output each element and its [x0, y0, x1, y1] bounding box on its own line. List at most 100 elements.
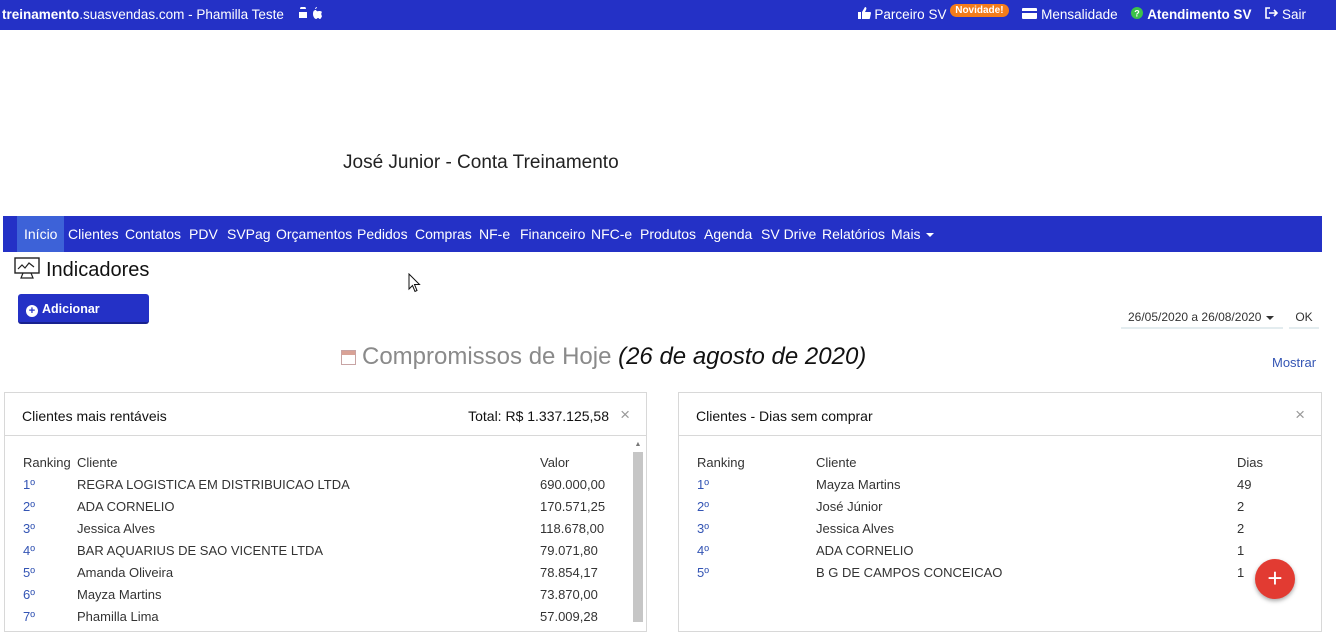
panel-title: Clientes - Dias sem comprar: [696, 408, 873, 424]
nav-mais-label: Mais: [891, 226, 921, 242]
account-info: treinamento.suasvendas.com - Phamilla Te…: [2, 6, 322, 22]
table-row: 2º ADA CORNELIO 170.571,25: [5, 496, 646, 518]
add-resumo-button[interactable]: + Adicionar Resumo: [18, 294, 149, 346]
top-actions: Parceiro SV Novidade! Mensalidade ? Aten…: [848, 4, 1306, 23]
row-valor: 78.854,17: [540, 565, 598, 580]
nav-orcamentos[interactable]: Orçamentos: [269, 216, 359, 252]
nav-nfe[interactable]: NF-e: [472, 216, 517, 252]
row-valor: 57.009,28: [540, 609, 598, 624]
nav-contatos[interactable]: Contatos: [118, 216, 188, 252]
nav-financeiro[interactable]: Financeiro: [513, 216, 592, 252]
panel-header: Clientes mais rentáveis Total: R$ 1.337.…: [5, 393, 646, 436]
row-valor: 118.678,00: [540, 521, 605, 536]
row-rank[interactable]: 2º: [697, 499, 709, 514]
nav-inicio[interactable]: Início: [17, 216, 65, 252]
row-cliente: REGRA LOGISTICA EM DISTRIBUICAO LTDA: [77, 477, 350, 492]
panel-title: Clientes mais rentáveis: [22, 408, 167, 424]
domain-rest: .suasvendas.com - Phamilla Teste: [79, 7, 284, 22]
row-rank[interactable]: 6º: [23, 587, 35, 602]
nav-pedidos[interactable]: Pedidos: [350, 216, 415, 252]
row-valor: 690.000,00: [540, 477, 606, 492]
mouse-cursor-icon: [408, 273, 421, 293]
row-cliente: BAR AQUARIUS DE SAO VICENTE LTDA: [77, 543, 324, 558]
credit-card-icon: [1022, 8, 1038, 19]
row-dias: 2: [1237, 521, 1245, 536]
row-dias: 1: [1237, 565, 1245, 580]
table-row: 1º REGRA LOGISTICA EM DISTRIBUICAO LTDA …: [5, 474, 646, 496]
top-bar: treinamento.suasvendas.com - Phamilla Te…: [0, 0, 1336, 30]
calendar-icon: [341, 350, 356, 365]
row-rank[interactable]: 5º: [697, 565, 709, 580]
scrollbar-thumb[interactable]: [633, 452, 643, 622]
dias-table: Ranking Cliente Dias 1º Mayza Martins 49…: [679, 452, 1321, 584]
table-row: 4º ADA CORNELIO 1: [679, 540, 1321, 562]
row-cliente: Phamilla Lima: [77, 609, 159, 624]
parceiro-sv-link[interactable]: Parceiro SV Novidade!: [857, 4, 1013, 22]
caret-down-icon: [925, 233, 934, 238]
floating-add-button[interactable]: +: [1255, 559, 1295, 599]
row-cliente: ADA CORNELIO: [816, 543, 914, 558]
panel-dias-sem-comprar: Clientes - Dias sem comprar × Ranking Cl…: [678, 392, 1322, 632]
table-row: 2º José Júnior 2: [679, 496, 1321, 518]
nav-pdv[interactable]: PDV: [182, 216, 225, 252]
nav-relatorios[interactable]: Relatórios: [815, 216, 892, 252]
row-rank[interactable]: 2º: [23, 499, 35, 514]
col-ranking: Ranking: [697, 455, 745, 470]
nav-produtos[interactable]: Produtos: [633, 216, 703, 252]
sair-label: Sair: [1281, 7, 1306, 22]
parceiro-sv-label: Parceiro SV: [874, 7, 947, 22]
row-rank[interactable]: 4º: [697, 543, 709, 558]
atendimento-sv-label: Atendimento SV: [1147, 7, 1252, 22]
close-icon[interactable]: ×: [620, 405, 630, 425]
indicadores-title: Indicadores: [46, 259, 150, 281]
row-rank[interactable]: 3º: [23, 521, 35, 536]
nav-mais-dropdown[interactable]: Mais: [884, 216, 941, 252]
nav-agenda[interactable]: Agenda: [697, 216, 759, 252]
atendimento-sv-link[interactable]: ? Atendimento SV: [1131, 7, 1255, 22]
panel-clientes-rentaveis: Clientes mais rentáveis Total: R$ 1.337.…: [4, 392, 647, 632]
nav-clientes[interactable]: Clientes: [61, 216, 126, 252]
nav-sv-drive[interactable]: SV Drive: [754, 216, 823, 252]
compromissos-heading: Compromissos de Hoje (26 de agosto de 20…: [341, 343, 866, 371]
row-rank[interactable]: 7º: [23, 609, 35, 624]
caret-down-icon: [1266, 315, 1275, 320]
row-cliente: Amanda Oliveira: [77, 565, 174, 580]
nav-nfce[interactable]: NFC-e: [584, 216, 639, 252]
help-circle-icon: ?: [1131, 7, 1144, 19]
mensalidade-link[interactable]: Mensalidade: [1022, 7, 1121, 22]
date-range-value: 26/05/2020 a 26/08/2020: [1128, 310, 1262, 324]
table-row: 7º Phamilla Lima 57.009,28: [5, 606, 646, 628]
row-cliente: Mayza Martins: [816, 477, 901, 492]
sair-link[interactable]: Sair: [1265, 7, 1306, 22]
compromissos-date: (26 de agosto de 2020): [618, 343, 867, 370]
compromissos-title: Compromissos de Hoje: [362, 343, 612, 370]
table-row: 3º Jessica Alves 2: [679, 518, 1321, 540]
table-row: 1º Mayza Martins 49: [679, 474, 1321, 496]
svg-text:?: ?: [1135, 9, 1141, 19]
close-icon[interactable]: ×: [1295, 405, 1305, 425]
row-rank[interactable]: 5º: [23, 565, 35, 580]
row-rank[interactable]: 1º: [23, 477, 35, 492]
nav-compras[interactable]: Compras: [408, 216, 479, 252]
scroll-up-arrow-icon[interactable]: ▲: [632, 440, 644, 450]
ok-button[interactable]: OK: [1289, 305, 1319, 329]
novidade-badge: Novidade!: [950, 4, 1009, 17]
company-title: José Junior - Conta Treinamento: [343, 152, 619, 173]
android-apple-icon[interactable]: [298, 6, 322, 22]
row-rank[interactable]: 3º: [697, 521, 709, 536]
thumbs-up-icon: [857, 7, 871, 19]
mostrar-link[interactable]: Mostrar: [1272, 355, 1316, 370]
row-rank[interactable]: 4º: [23, 543, 35, 558]
table-row: 5º Amanda Oliveira 78.854,17: [5, 562, 646, 584]
row-cliente: Jessica Alves: [77, 521, 156, 536]
row-valor: 79.071,80: [540, 543, 598, 558]
panel-header: Clientes - Dias sem comprar ×: [679, 393, 1321, 436]
table-row: 6º Mayza Martins 73.870,00: [5, 584, 646, 606]
col-ranking: Ranking: [23, 455, 71, 470]
col-cliente: Cliente: [816, 455, 857, 470]
row-rank[interactable]: 1º: [697, 477, 709, 492]
indicadores-heading: Indicadores: [14, 257, 149, 282]
table-header: Ranking Cliente Dias: [679, 452, 1321, 474]
row-valor: 170.571,25: [540, 499, 606, 514]
date-range-picker[interactable]: 26/05/2020 a 26/08/2020: [1121, 305, 1283, 329]
